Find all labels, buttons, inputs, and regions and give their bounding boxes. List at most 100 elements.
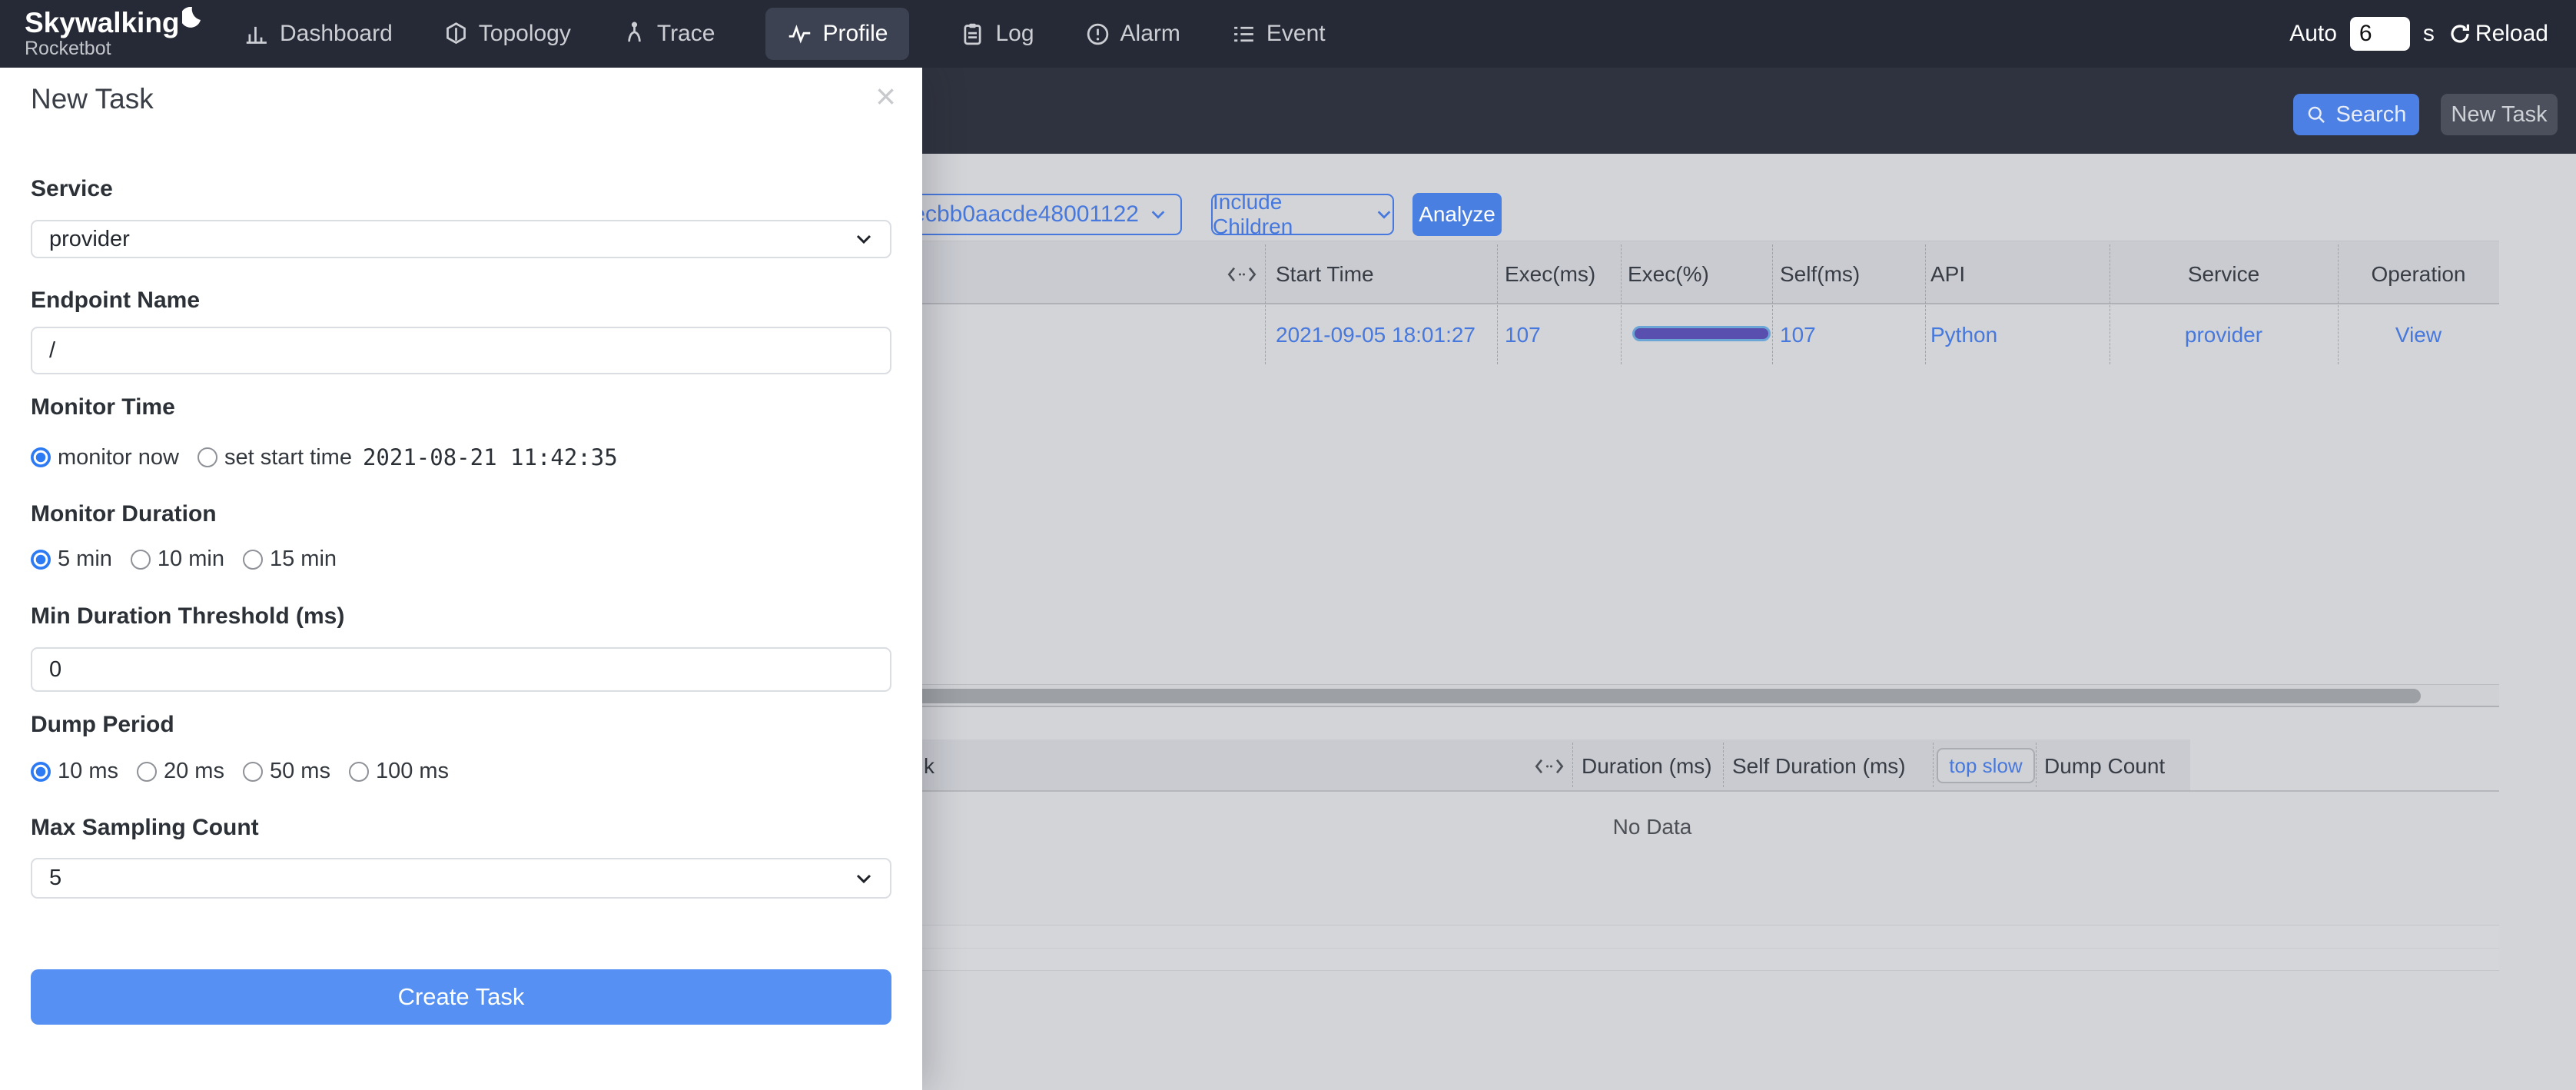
topology-icon <box>443 22 469 47</box>
nav-item-event[interactable]: Event <box>1231 21 1326 47</box>
top-slow-button[interactable]: top slow <box>1937 748 2035 783</box>
search-button[interactable]: Search <box>2293 94 2419 135</box>
col-duration[interactable]: Duration (ms) <box>1582 754 1712 779</box>
col-service[interactable]: Service <box>2110 262 2338 287</box>
cell-service: provider <box>2110 323 2338 347</box>
column-resize-icon[interactable] <box>1534 756 1565 776</box>
service-select[interactable]: provider <box>31 220 891 258</box>
monitor-duration-label: Monitor Duration <box>31 501 217 527</box>
close-icon[interactable]: × <box>875 78 896 114</box>
column-separator <box>2036 743 2037 787</box>
chevron-down-icon <box>855 869 873 888</box>
col-exec-ms[interactable]: Exec(ms) <box>1505 262 1595 287</box>
radio-5min[interactable]: 5 min <box>31 547 112 572</box>
include-children-value: Include Children <box>1213 190 1366 239</box>
nav-item-label: Profile <box>822 21 888 47</box>
alarm-icon <box>1085 22 1110 47</box>
col-self-duration[interactable]: Self Duration (ms) <box>1732 754 1906 779</box>
nav-item-topology[interactable]: Topology <box>443 21 571 47</box>
col-api[interactable]: API <box>1930 262 1965 287</box>
nav-item-label: Event <box>1266 21 1326 47</box>
view-link[interactable]: View <box>2338 323 2499 347</box>
radio-monitor-now[interactable]: monitor now <box>31 445 179 470</box>
col-exec-pct[interactable]: Exec(%) <box>1628 262 1709 287</box>
dump-period-label: Dump Period <box>31 712 174 738</box>
skywalking-app: Skywalking Rocketbot Dashboard Topology <box>0 0 2576 1090</box>
radio-50ms[interactable]: 50 ms <box>243 759 330 784</box>
min-duration-input[interactable] <box>31 647 891 692</box>
radio-10ms[interactable]: 10 ms <box>31 759 118 784</box>
col-dump-count[interactable]: Dump Count <box>2044 754 2165 779</box>
radio-selected-icon <box>31 550 51 570</box>
cell-self-ms: 107 <box>1780 323 1816 347</box>
analyze-button[interactable]: Analyze <box>1412 193 1502 236</box>
col-self-ms[interactable]: Self(ms) <box>1780 262 1860 287</box>
chevron-down-icon <box>1376 206 1393 223</box>
auto-unit: s <box>2423 21 2435 47</box>
radio-label: set start time <box>224 445 352 470</box>
search-label: Search <box>2336 102 2407 128</box>
reload-label: Reload <box>2475 21 2548 47</box>
cell-api: Python <box>1930 323 1997 347</box>
monitor-time-options: monitor now set start time 2021-08-21 11… <box>31 444 618 470</box>
horizontal-scrollbar-thumb[interactable] <box>776 689 2421 703</box>
column-separator <box>1772 244 1773 364</box>
nav-item-label: Topology <box>479 21 571 47</box>
radio-20ms[interactable]: 20 ms <box>137 759 224 784</box>
nav-item-alarm[interactable]: Alarm <box>1085 21 1180 47</box>
radio-set-start-time[interactable]: set start time <box>198 445 352 470</box>
cell-exec-ms: 107 <box>1505 323 1541 347</box>
event-icon <box>1231 22 1256 47</box>
radio-100ms[interactable]: 100 ms <box>349 759 449 784</box>
radio-icon <box>137 762 157 782</box>
radio-label: 15 min <box>270 547 337 572</box>
dump-period-options: 10 ms 20 ms 50 ms 100 ms <box>31 759 467 784</box>
profile-icon <box>787 22 812 47</box>
nav-item-dashboard[interactable]: Dashboard <box>244 21 393 47</box>
radio-icon <box>131 550 151 570</box>
endpoint-input[interactable] <box>31 327 891 374</box>
column-separator <box>1621 244 1622 364</box>
start-time-value[interactable]: 2021-08-21 11:42:35 <box>363 444 618 470</box>
nav-item-profile[interactable]: Profile <box>765 8 909 60</box>
monitor-duration-options: 5 min 10 min 15 min <box>31 547 355 572</box>
radio-label: 50 ms <box>270 759 330 784</box>
radio-10min[interactable]: 10 min <box>131 547 224 572</box>
nav-item-label: Trace <box>657 21 715 47</box>
top-slow-label: top slow <box>1949 754 2022 778</box>
column-separator <box>1925 244 1926 364</box>
nav-item-label: Alarm <box>1120 21 1180 47</box>
nav-items: Dashboard Topology Trace Profile <box>244 8 1326 60</box>
radio-icon <box>243 550 263 570</box>
radio-15min[interactable]: 15 min <box>243 547 337 572</box>
create-task-label: Create Task <box>398 983 525 1011</box>
include-children-select[interactable]: Include Children <box>1211 194 1394 235</box>
app-logo: Skywalking Rocketbot <box>25 8 217 58</box>
chevron-down-icon <box>855 230 873 248</box>
search-icon <box>2306 105 2327 125</box>
reload-icon <box>2448 22 2472 46</box>
col-operation[interactable]: Operation <box>2338 262 2499 287</box>
reload-button[interactable]: Reload <box>2448 21 2548 47</box>
nav-item-label: Dashboard <box>280 21 393 47</box>
new-task-button[interactable]: New Task <box>2441 94 2558 135</box>
chevron-down-icon <box>1150 206 1167 223</box>
create-task-button[interactable]: Create Task <box>31 969 891 1025</box>
nav-right-controls: Auto s Reload <box>2289 17 2548 51</box>
radio-label: 10 min <box>158 547 224 572</box>
max-sampling-select[interactable]: 5 <box>31 858 891 899</box>
trace-icon <box>622 22 647 47</box>
stack-column-partial-label: k <box>924 754 934 779</box>
radio-label: 20 ms <box>164 759 224 784</box>
column-resize-icon[interactable] <box>1227 264 1257 284</box>
radio-selected-icon <box>31 762 51 782</box>
service-label: Service <box>31 176 113 202</box>
nav-item-trace[interactable]: Trace <box>622 21 715 47</box>
radio-label: monitor now <box>58 445 179 470</box>
max-sampling-value: 5 <box>49 866 61 891</box>
col-start-time[interactable]: Start Time <box>1276 262 1374 287</box>
logo-subtitle: Rocketbot <box>25 38 217 58</box>
auto-seconds-input[interactable] <box>2350 17 2410 51</box>
nav-item-log[interactable]: Log <box>960 21 1034 47</box>
moon-icon <box>182 7 201 30</box>
